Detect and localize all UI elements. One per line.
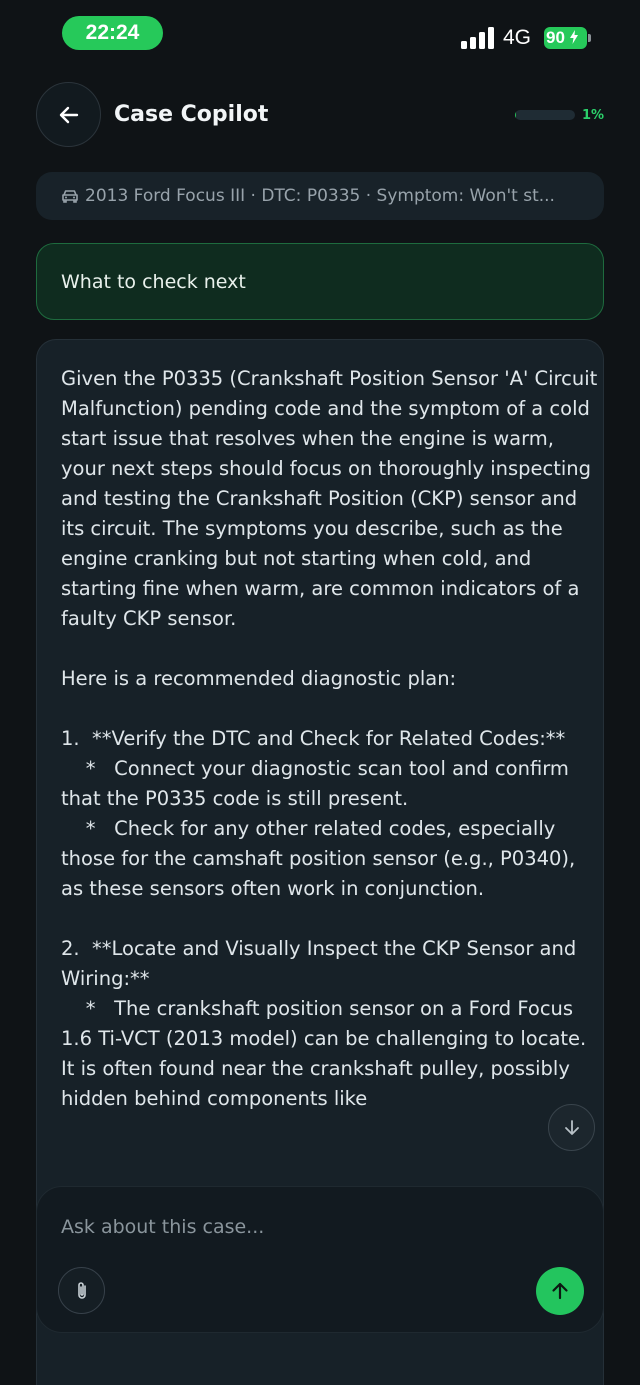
case-progress-bar [515,110,575,120]
arrow-down-icon [564,1119,579,1135]
battery-level: 90 [546,28,565,47]
car-icon [62,190,78,203]
case-context-text: 2013 Ford Focus III · DTC: P0335 · Sympt… [85,186,555,206]
paperclip-icon [77,1281,86,1299]
attach-button[interactable] [58,1267,105,1314]
charging-bolt-icon [569,30,578,44]
message-input[interactable] [61,1209,561,1245]
arrow-up-icon [552,1282,568,1300]
status-bar: 22:24 4G 90 [0,0,640,70]
arrow-left-icon [59,106,78,123]
case-progress-label: 1% [582,108,605,123]
assistant-message-text: Given the P0335 (Crankshaft Position Sen… [61,367,598,1110]
send-button[interactable] [536,1267,584,1315]
case-context-chip[interactable]: 2013 Ford Focus III · DTC: P0335 · Sympt… [36,172,604,220]
message-composer [36,1186,604,1333]
battery-icon: 90 [544,27,587,49]
battery-cap [588,34,591,42]
status-time: 22:24 [62,16,163,50]
network-type: 4G [503,26,532,49]
page-title: Case Copilot [114,102,269,127]
back-button[interactable] [36,82,101,147]
signal-icon [461,27,495,49]
user-message: What to check next [36,243,604,320]
user-message-text: What to check next [61,270,246,293]
scroll-to-bottom-button[interactable] [548,1104,595,1151]
